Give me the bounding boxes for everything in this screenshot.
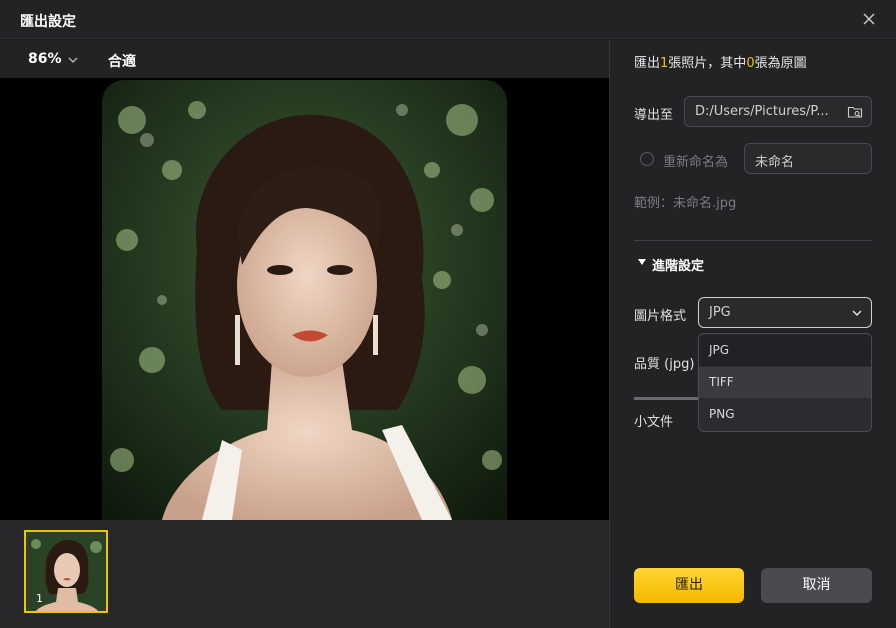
fit-button[interactable]: 合適	[108, 51, 136, 71]
format-dropdown: JPG TIFF PNG	[698, 333, 872, 432]
rename-input[interactable]: 未命名	[744, 143, 872, 174]
chevron-down-icon[interactable]	[66, 54, 80, 66]
photo-thumbnail[interactable]: 1	[24, 530, 108, 613]
summary-middle: 張照片，其中	[668, 56, 747, 71]
section-divider	[634, 240, 872, 241]
format-option-jpg[interactable]: JPG	[699, 335, 871, 366]
original-count: 0	[746, 56, 755, 71]
example-text: 範例：未命名.jpg	[634, 196, 737, 211]
quality-label: 品質 (jpg)	[634, 357, 695, 372]
rename-label: 重新命名為	[663, 155, 729, 170]
format-option-tiff[interactable]: TIFF	[699, 367, 871, 398]
export-path-value: D:/Users/Pictures/P...	[695, 104, 829, 119]
folder-search-icon[interactable]	[847, 104, 863, 120]
rename-radio[interactable]	[640, 152, 654, 166]
advanced-settings-label: 進階設定	[652, 259, 705, 274]
title-bar: 匯出設定	[0, 0, 896, 39]
export-to-label: 導出至	[634, 108, 674, 123]
thumbnail-index: 1	[36, 592, 43, 605]
preview-photo	[102, 80, 507, 520]
format-selected-value: JPG	[709, 305, 731, 320]
advanced-settings-toggle[interactable]: 進階設定	[638, 255, 704, 274]
export-button[interactable]: 匯出	[634, 568, 744, 603]
summary-prefix: 匯出	[634, 56, 661, 71]
summary-suffix: 張為原圖	[754, 56, 807, 71]
small-file-label: 小文件	[634, 415, 674, 430]
format-option-png[interactable]: PNG	[699, 399, 871, 430]
close-icon[interactable]	[860, 10, 878, 28]
format-label: 圖片格式	[634, 309, 687, 324]
quality-slider[interactable]	[634, 397, 698, 400]
caret-down-icon	[638, 259, 646, 265]
chevron-down-icon	[852, 310, 862, 317]
settings-panel: 匯出1張照片，其中0張為原圖 導出至 D:/Users/Pictures/P..…	[610, 40, 896, 628]
dialog-title: 匯出設定	[20, 14, 76, 30]
cancel-button[interactable]: 取消	[761, 568, 872, 603]
rename-value: 未命名	[755, 155, 795, 170]
preview-canvas	[0, 78, 609, 520]
export-path-field[interactable]: D:/Users/Pictures/P...	[684, 96, 872, 127]
preview-toolbar: 86% 合適	[0, 40, 609, 78]
format-select[interactable]: JPG	[698, 297, 872, 328]
export-summary: 匯出1張照片，其中0張為原圖	[634, 52, 807, 71]
zoom-level[interactable]: 86%	[28, 51, 62, 67]
filmstrip: 1	[0, 520, 609, 628]
